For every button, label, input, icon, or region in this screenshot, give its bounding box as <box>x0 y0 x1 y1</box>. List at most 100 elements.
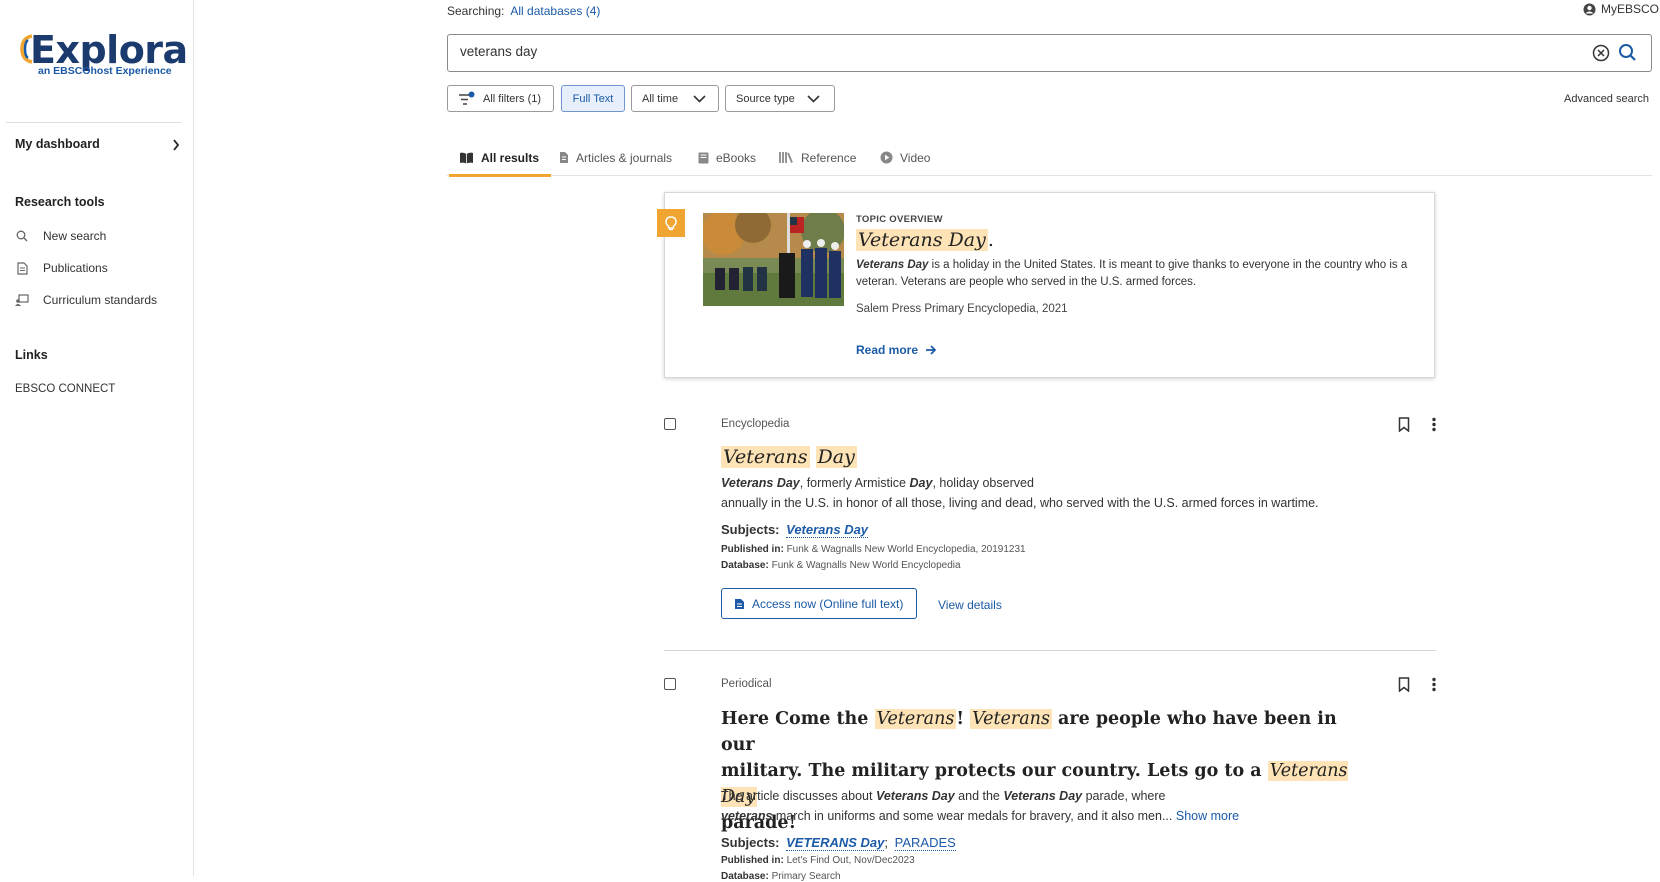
search-input[interactable] <box>460 44 1560 59</box>
sidebar-item-new-search[interactable]: New search <box>15 229 106 243</box>
subjects-label: Subjects: <box>721 522 780 537</box>
sidebar-divider <box>6 122 181 123</box>
full-text-toggle[interactable]: Full Text <box>561 85 625 112</box>
searching-label: Searching: <box>447 4 505 18</box>
myebsco-account[interactable]: MyEBSCO <box>1583 2 1659 16</box>
account-icon <box>1583 3 1596 15</box>
document-icon <box>15 261 29 275</box>
view-details-link[interactable]: View details <box>938 598 1002 612</box>
topic-overview-card: TOPIC OVERVIEW Veterans Day. Veterans Da… <box>657 192 1435 378</box>
topic-desc-rest: is a holiday in the United States. It is… <box>856 259 1408 288</box>
access-now-button[interactable]: Access now (Online full text) <box>721 588 917 619</box>
links-heading: Links <box>15 348 48 362</box>
sidebar-item-label: Curriculum standards <box>43 293 158 307</box>
pdf-document-icon <box>735 598 744 609</box>
sidebar-link-label: EBSCO CONNECT <box>15 383 116 395</box>
sidebar-link-ebsco-connect[interactable]: EBSCO CONNECT <box>15 383 115 395</box>
abstract-text: march in uniforms and some wear medals f… <box>772 809 1173 823</box>
subject-link[interactable]: Veterans Day <box>786 522 869 538</box>
sidebar: Explora an EBSCOhost Experience My dashb… <box>0 0 194 876</box>
search-icon <box>15 229 29 243</box>
subject-link[interactable]: VETERANS Day <box>786 835 885 851</box>
abstract-highlight: veterans <box>721 809 773 823</box>
article-icon <box>559 151 569 164</box>
select-result-checkbox[interactable] <box>664 418 676 430</box>
result-type: Encyclopedia <box>721 418 790 430</box>
result-actions <box>1398 417 1436 432</box>
abstract-text: , formerly Armistice <box>799 476 910 490</box>
database-label: Database: <box>721 871 769 882</box>
result-subjects: Subjects: Veterans Day <box>721 522 869 538</box>
abstract-highlight: Veterans Day <box>875 789 955 803</box>
sidebar-item-label: Publications <box>43 261 108 275</box>
advanced-search-link[interactable]: Advanced search <box>1564 93 1649 105</box>
chevron-right-icon <box>173 139 180 151</box>
read-more-link[interactable]: Read more <box>856 343 937 357</box>
title-highlight: Veterans <box>970 709 1052 729</box>
book-open-icon <box>459 152 474 164</box>
my-dashboard-label: My dashboard <box>15 137 100 151</box>
lightbulb-icon <box>657 209 685 237</box>
title-text: Here Come the <box>721 709 875 729</box>
abstract-text: and the <box>954 789 1004 803</box>
result-abstract: The article discusses about Veterans Day… <box>721 786 1239 826</box>
bookmark-icon[interactable] <box>1398 417 1410 432</box>
topic-title-highlight: Veterans Day <box>856 229 988 251</box>
result-published: Published in: Funk & Wagnalls New World … <box>721 544 1026 555</box>
abstract-highlight: Day <box>909 476 933 490</box>
title-highlight: Veterans <box>721 446 810 468</box>
clear-search-icon[interactable] <box>1592 44 1610 62</box>
sidebar-item-label: New search <box>43 229 107 243</box>
title-text: military. The military protects our coun… <box>721 761 1268 781</box>
result-title-link[interactable]: Veterans Day <box>721 446 857 468</box>
subject-link[interactable]: PARADES <box>894 835 956 851</box>
topic-title[interactable]: Veterans Day. <box>856 229 994 251</box>
abstract-text: , holiday observed <box>932 476 1034 490</box>
tab-video[interactable]: Video <box>880 140 930 175</box>
more-options-icon[interactable] <box>1432 417 1436 432</box>
subjects-label: Subjects: <box>721 835 780 850</box>
database-value: Primary Search <box>771 871 841 882</box>
tab-all-results[interactable]: All results <box>448 140 552 177</box>
abstract-text: The article discusses about <box>721 789 876 803</box>
topic-photo <box>703 213 844 306</box>
reference-icon <box>779 151 794 164</box>
topic-source: Salem Press Primary Encyclopedia, 2021 <box>856 303 1068 315</box>
read-more-label: Read more <box>856 343 919 357</box>
tab-reference[interactable]: Reference <box>779 140 856 175</box>
select-result-checkbox[interactable] <box>664 678 676 690</box>
veterans-ceremony-photo <box>703 213 844 306</box>
topic-desc-highlight: Veterans Day <box>856 259 929 271</box>
arrow-right-icon <box>926 345 937 355</box>
database-label: Database: <box>721 560 769 571</box>
sidebar-item-curriculum-standards[interactable]: Curriculum standards <box>15 293 157 307</box>
access-now-label: Access now (Online full text) <box>752 596 904 611</box>
tab-label: eBooks <box>716 150 757 165</box>
searching-scope: Searching: All databases (4) <box>447 4 600 18</box>
date-range-dropdown[interactable]: All time <box>631 85 719 112</box>
search-bar <box>447 34 1652 72</box>
all-filters-label: All filters (1) <box>483 92 542 105</box>
result-item: Encyclopedia Veterans Day Veterans Day, … <box>664 412 1436 632</box>
tab-ebooks[interactable]: eBooks <box>698 140 756 175</box>
all-filters-button[interactable]: All filters (1) <box>447 85 554 112</box>
my-dashboard-link[interactable]: My dashboard <box>15 137 180 151</box>
more-options-icon[interactable] <box>1432 677 1436 692</box>
databases-link[interactable]: All databases (4) <box>510 4 600 18</box>
source-type-dropdown[interactable]: Source type <box>725 85 835 112</box>
topic-eyebrow: TOPIC OVERVIEW <box>856 214 943 225</box>
abstract-highlight: Veterans Day <box>1003 789 1083 803</box>
search-submit-icon[interactable] <box>1618 43 1637 62</box>
sidebar-item-publications[interactable]: Publications <box>15 261 108 275</box>
bookmark-icon[interactable] <box>1398 677 1410 692</box>
result-database: Database: Funk & Wagnalls New World Ency… <box>721 560 961 571</box>
date-range-label: All time <box>642 92 679 105</box>
tab-articles-journals[interactable]: Articles & journals <box>559 140 672 175</box>
result-actions <box>1398 677 1436 692</box>
published-value: Let's Find Out, Nov/Dec2023 <box>786 855 915 866</box>
database-value: Funk & Wagnalls New World Encyclopedia <box>771 560 961 571</box>
show-more-link[interactable]: Show more <box>1176 809 1239 823</box>
result-published: Published in: Let's Find Out, Nov/Dec202… <box>721 855 915 866</box>
result-tabs: All results Articles & journals eBooks R… <box>447 140 1652 177</box>
published-value: Funk & Wagnalls New World Encyclopedia, … <box>786 544 1026 555</box>
